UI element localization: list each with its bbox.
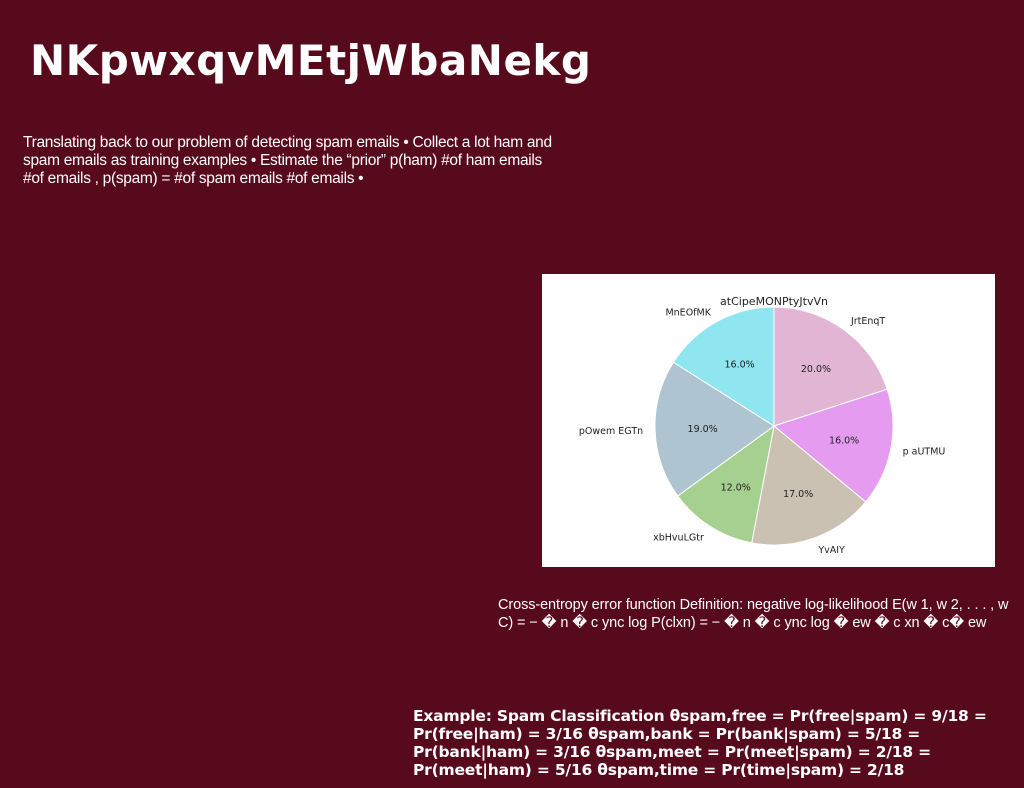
pie-percent-label-5: 16.0% <box>725 359 755 370</box>
pie-category-label-4: pOwem EGTn <box>579 426 643 437</box>
slide-paragraph-spam-prior: Translating back to our problem of detec… <box>23 134 552 187</box>
pie-percent-label-3: 12.0% <box>721 482 751 493</box>
slide-paragraph-spam-example: Example: Spam Classification θspam,free … <box>413 707 987 779</box>
pie-chart: atCipeMONPtyJtvVn 20.0% 16.0% 17.0% 12.0% 19… <box>579 295 946 556</box>
pie-percent-label-2: 17.0% <box>783 489 813 500</box>
pie-category-label-2: YvAIY <box>817 545 845 556</box>
pie-category-label-1: p aUTMU <box>903 447 946 458</box>
pie-category-label-5: MnEOfMK <box>665 307 711 318</box>
chart-title: atCipeMONPtyJtvVn <box>720 295 828 308</box>
slide-paragraph-cross-entropy: Cross-entropy error function Definition:… <box>498 597 1009 631</box>
pie-percent-label-0: 20.0% <box>801 364 831 375</box>
pie-chart-panel: atCipeMONPtyJtvVn 20.0% 16.0% 17.0% 12.0% 19… <box>542 274 995 567</box>
slide-title: NKpwxqvMEtjWbaNekg <box>30 36 592 85</box>
pie-category-label-0: JrtEnqT <box>850 316 885 327</box>
pie-category-label-3: xbHvuLGtr <box>653 533 704 544</box>
pie-percent-label-4: 19.0% <box>688 424 718 435</box>
pie-percent-label-1: 16.0% <box>829 435 859 446</box>
